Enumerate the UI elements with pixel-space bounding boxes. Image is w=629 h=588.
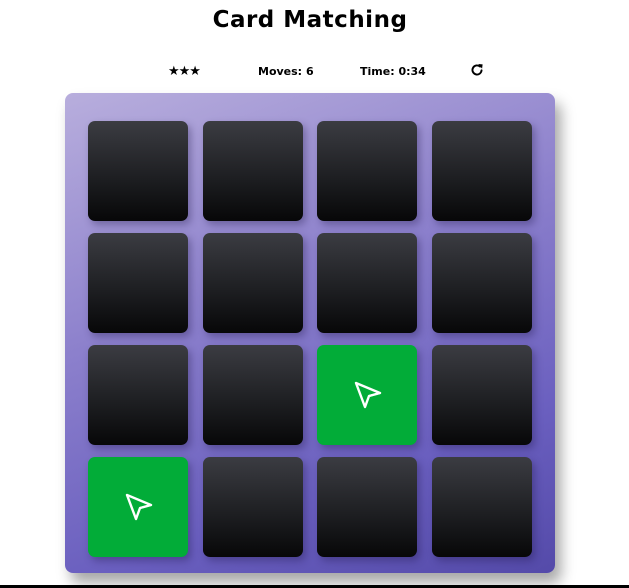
card-r2-c1[interactable] xyxy=(88,233,188,333)
card-r4-c2[interactable] xyxy=(202,457,303,557)
moves-label: Moves: xyxy=(258,65,303,78)
star-rating: ★★★ xyxy=(168,64,201,79)
score-panel: ★★★ Moves: 6 Time: 0:34 xyxy=(168,63,488,81)
card-r3-c2[interactable] xyxy=(202,345,303,445)
card-r1-c2[interactable] xyxy=(202,121,303,221)
paper-plane-icon xyxy=(353,379,383,409)
card-r2-c3[interactable] xyxy=(317,233,417,333)
redo-icon xyxy=(471,64,483,76)
timer: Time: 0:34 xyxy=(360,63,426,81)
card-r3-c4[interactable] xyxy=(431,345,532,445)
moves-value: 6 xyxy=(305,65,314,78)
card-r1-c1[interactable] xyxy=(88,121,188,221)
card-r4-c4[interactable] xyxy=(431,457,532,557)
card-r1-c4[interactable] xyxy=(431,121,532,221)
card-r1-c3[interactable] xyxy=(317,121,417,221)
card-r2-c2[interactable] xyxy=(202,233,303,333)
moves-counter: Moves: 6 xyxy=(258,63,314,81)
card-r3-c3[interactable] xyxy=(317,345,417,445)
card-deck xyxy=(65,93,555,573)
card-r4-c1[interactable] xyxy=(88,457,188,557)
time-label: Time: xyxy=(360,65,395,78)
time-value: 0:34 xyxy=(398,65,426,78)
card-r3-c1[interactable] xyxy=(88,345,188,445)
card-r4-c3[interactable] xyxy=(317,457,417,557)
paper-plane-icon xyxy=(124,491,154,521)
card-r2-c4[interactable] xyxy=(431,233,532,333)
restart-button[interactable] xyxy=(470,63,486,79)
page-title: Card Matching xyxy=(212,7,408,33)
game-page: Card Matching ★★★ Moves: 6 Time: 0:34 xyxy=(0,0,629,588)
